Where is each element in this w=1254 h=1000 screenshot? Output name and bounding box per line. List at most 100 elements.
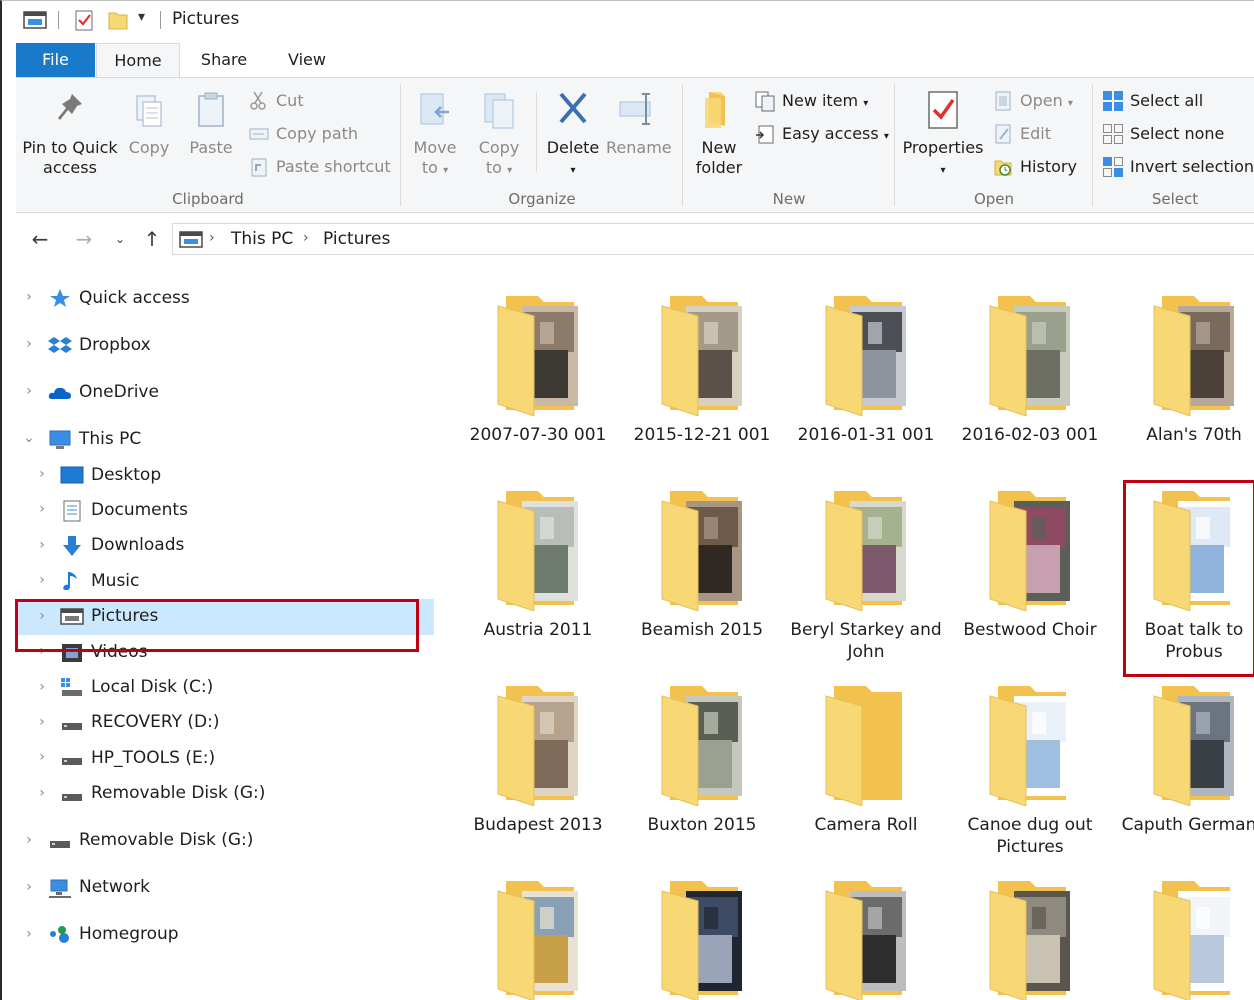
copy-to-icon: [484, 93, 514, 129]
folder-item[interactable]: Canoe dug out Pictures: [948, 682, 1112, 858]
folder-item[interactable]: Bestwood Choir: [948, 487, 1112, 641]
folder-item[interactable]: Caputh Germany: [1112, 682, 1254, 836]
folder-item[interactable]: Boat talk to Probus: [1112, 487, 1254, 663]
paste-button[interactable]: Paste: [186, 86, 236, 158]
tab-file[interactable]: File: [16, 43, 95, 77]
expand-chevron-icon[interactable]: ›: [35, 501, 49, 517]
copy-icon: [136, 95, 162, 127]
nav-item-homegroup[interactable]: Homegroup: [79, 917, 179, 951]
nav-item-local-disk-c[interactable]: Local Disk (C:): [91, 670, 213, 704]
folder-item[interactable]: Buxton 2015: [620, 682, 784, 836]
collapse-chevron-icon[interactable]: ⌄: [22, 430, 36, 446]
nav-item-dropbox[interactable]: Dropbox: [79, 328, 151, 362]
new-folder-button[interactable]: New folder: [690, 86, 748, 178]
nav-item-quick-access[interactable]: Quick access: [79, 281, 190, 315]
folder-item[interactable]: Alan's 70th: [1112, 292, 1254, 446]
easy-access-icon: [756, 125, 774, 143]
forward-arrow-icon[interactable]: →: [70, 225, 98, 253]
window-icon[interactable]: [22, 9, 48, 31]
folder-name: Alan's 70th: [1112, 424, 1254, 446]
select-none-button[interactable]: Select none: [1102, 121, 1224, 147]
edit-button[interactable]: Edit: [992, 121, 1051, 147]
breadcrumb-separator-icon[interactable]: ›: [303, 230, 309, 246]
folder-item[interactable]: 2015-12-21 001: [620, 292, 784, 446]
properties-quick-icon[interactable]: [72, 9, 96, 31]
expand-chevron-icon[interactable]: ›: [22, 289, 36, 305]
folder-item[interactable]: [456, 877, 620, 1000]
expand-chevron-icon[interactable]: ›: [22, 832, 36, 848]
nav-item-recovery-d[interactable]: RECOVERY (D:): [91, 705, 219, 739]
properties-button[interactable]: Properties ▾: [902, 86, 984, 181]
folder-item[interactable]: [1112, 877, 1254, 1000]
nav-item-music[interactable]: Music: [91, 564, 139, 598]
nav-item-removable-disk-g[interactable]: Removable Disk (G:): [79, 823, 253, 857]
nav-item-downloads[interactable]: Downloads: [91, 528, 184, 562]
folder-icon: [1153, 491, 1234, 612]
paste-shortcut-button[interactable]: Paste shortcut: [248, 154, 391, 180]
expand-chevron-icon[interactable]: ›: [35, 714, 49, 730]
delete-button[interactable]: Delete ▾: [544, 86, 602, 181]
open-button[interactable]: Open ▾: [992, 88, 1073, 114]
new-folder-quick-icon[interactable]: [106, 9, 130, 31]
rename-button[interactable]: Rename: [606, 86, 672, 158]
folder-icon: [661, 296, 742, 417]
expand-chevron-icon[interactable]: ›: [22, 336, 36, 352]
select-all-button[interactable]: Select all: [1102, 88, 1203, 114]
folder-item[interactable]: [620, 877, 784, 1000]
folder-item[interactable]: 2016-02-03 001: [948, 292, 1112, 446]
folder-item[interactable]: Beryl Starkey and John: [784, 487, 948, 663]
new-item-button[interactable]: New item ▾: [754, 88, 868, 114]
folder-item[interactable]: Austria 2011: [456, 487, 620, 641]
recent-locations-chevron-icon[interactable]: ⌄: [106, 225, 134, 253]
edit-label: Edit: [1020, 124, 1051, 143]
breadcrumb-pictures[interactable]: Pictures: [323, 229, 390, 249]
move-to-button[interactable]: Move to ▾: [410, 86, 460, 181]
nav-item-onedrive[interactable]: OneDrive: [79, 375, 159, 409]
invert-selection-button[interactable]: Invert selection: [1102, 154, 1254, 180]
nav-item-this-pc[interactable]: This PC: [79, 422, 141, 456]
folder-item[interactable]: [784, 877, 948, 1000]
expand-chevron-icon[interactable]: ›: [22, 383, 36, 399]
expand-chevron-icon[interactable]: ›: [35, 679, 49, 695]
folder-item[interactable]: [948, 877, 1112, 1000]
pin-to-quick-access-button[interactable]: Pin to Quick access: [22, 86, 118, 178]
tab-home[interactable]: Home: [96, 43, 180, 78]
breadcrumb-this-pc[interactable]: This PC: [231, 229, 293, 249]
history-button[interactable]: History: [992, 154, 1077, 180]
expand-chevron-icon[interactable]: ›: [35, 749, 49, 765]
expand-chevron-icon[interactable]: ›: [35, 785, 49, 801]
expand-chevron-icon[interactable]: ›: [35, 572, 49, 588]
expand-chevron-icon[interactable]: ›: [22, 879, 36, 895]
copy-to-button[interactable]: Copy to ▾: [474, 86, 524, 181]
history-icon: [994, 160, 1012, 176]
folder-item[interactable]: Budapest 2013: [456, 682, 620, 836]
back-arrow-icon[interactable]: ←: [26, 225, 54, 253]
address-bar[interactable]: › This PC › Pictures: [172, 223, 1254, 255]
tab-view[interactable]: View: [272, 43, 342, 77]
tab-share[interactable]: Share: [188, 43, 260, 77]
music-note-icon: [63, 572, 77, 591]
folder-item[interactable]: Camera Roll: [784, 682, 948, 836]
easy-access-button[interactable]: Easy access ▾: [754, 121, 889, 147]
folder-item[interactable]: Beamish 2015: [620, 487, 784, 641]
breadcrumb-separator-icon[interactable]: ›: [209, 230, 215, 246]
folder-item[interactable]: 2007-07-30 001: [456, 292, 620, 446]
expand-chevron-icon[interactable]: ›: [22, 926, 36, 942]
nav-item-hp-tools-e[interactable]: HP_TOOLS (E:): [91, 741, 215, 775]
copy-path-button[interactable]: Copy path: [248, 121, 358, 147]
nav-item-desktop[interactable]: Desktop: [91, 458, 161, 492]
nav-item-removable-disk-g-child[interactable]: Removable Disk (G:): [91, 776, 265, 810]
folder-item[interactable]: 2016-01-31 001: [784, 292, 948, 446]
new-folder-label-1: New: [701, 138, 737, 157]
copy-button[interactable]: Copy: [124, 86, 174, 158]
customize-toolbar-icon[interactable]: ▾: [138, 9, 145, 31]
ribbon: Pin to Quick access Copy Paste Cut Copy …: [16, 77, 1254, 213]
cut-button[interactable]: Cut: [248, 88, 304, 114]
new-item-icon: [755, 91, 775, 111]
computer-icon: [49, 430, 71, 449]
nav-item-network[interactable]: Network: [79, 870, 150, 904]
expand-chevron-icon[interactable]: ›: [35, 537, 49, 553]
up-arrow-icon[interactable]: ↑: [138, 225, 166, 253]
nav-item-documents[interactable]: Documents: [91, 493, 188, 527]
expand-chevron-icon[interactable]: ›: [35, 466, 49, 482]
